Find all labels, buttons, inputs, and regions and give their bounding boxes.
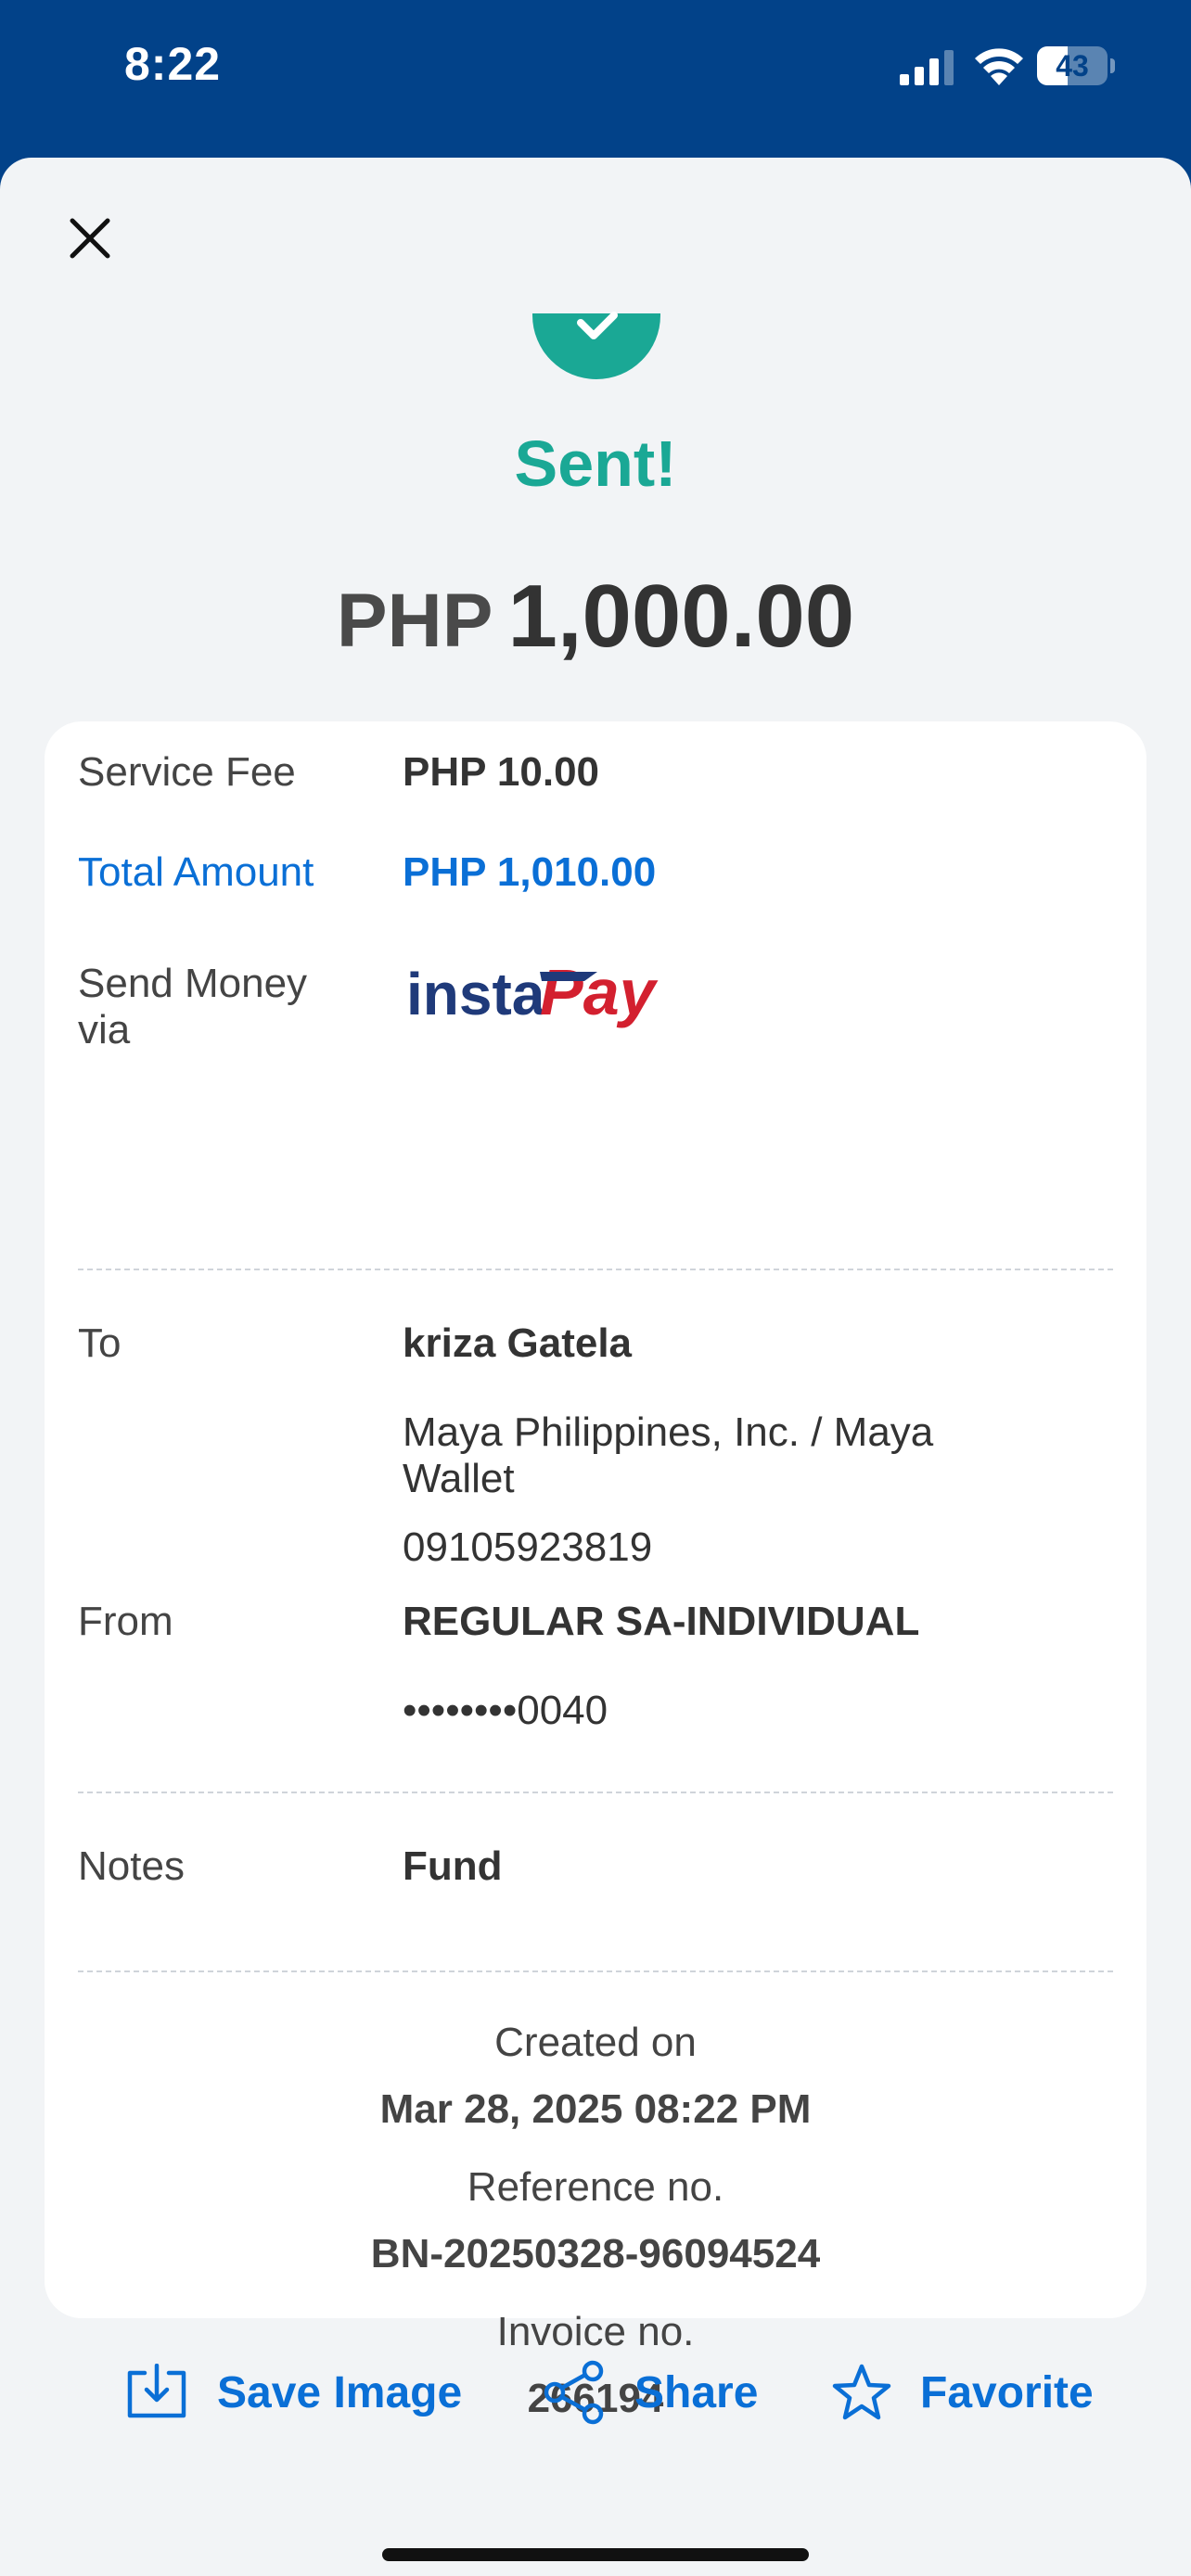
favorite-label: Favorite — [920, 2367, 1094, 2417]
total-amount-label: Total Amount — [78, 849, 314, 895]
amount-display: PHP 1,000.00 — [0, 566, 1191, 668]
to-label: To — [78, 1320, 122, 1366]
reference-label: Reference no. — [467, 2164, 724, 2210]
receipt-sheet: Sent! PHP 1,000.00 Service Fee PHP 10.00 … — [0, 158, 1191, 2576]
status-time: 8:22 — [124, 38, 222, 90]
transaction-details-card: Service Fee PHP 10.00 Total Amount PHP 1… — [45, 721, 1146, 2421]
favorite-button[interactable]: Favorite — [831, 2346, 1094, 2439]
created-value: Mar 28, 2025 08:22 PM — [379, 2086, 812, 2132]
notes-value: Fund — [403, 1843, 503, 1889]
total-amount-value: PHP 1,010.00 — [403, 849, 657, 895]
amount-currency: PHP — [336, 579, 493, 663]
recipient-name: kriza Gatela — [403, 1320, 633, 1366]
battery-cap — [1110, 58, 1115, 73]
share-icon — [544, 2360, 604, 2425]
close-button[interactable] — [58, 206, 122, 271]
send-via-label: Send Money via — [78, 961, 308, 1052]
share-button[interactable]: Share — [542, 2346, 758, 2439]
battery-body: 43 — [1037, 46, 1108, 85]
section-divider — [78, 1792, 1113, 1793]
from-account-type: REGULAR SA-INDIVIDUAL — [403, 1599, 920, 1644]
instapay-logo-prefix: insta — [406, 961, 545, 1027]
wifi-icon — [975, 48, 1023, 85]
checkmark-circle-icon — [532, 312, 660, 379]
close-icon — [70, 218, 110, 259]
service-fee-value: PHP 10.00 — [403, 749, 600, 795]
recipient-account: 09105923819 — [403, 1524, 653, 1570]
from-label: From — [78, 1599, 173, 1644]
save-image-label: Save Image — [217, 2367, 463, 2417]
instapay-logo-suffix: Pay — [540, 956, 659, 1028]
cellular-signal-icon — [900, 50, 954, 85]
battery-level: 43 — [1056, 49, 1089, 83]
notes-label: Notes — [78, 1843, 185, 1889]
status-bar: 8:22 43 — [0, 0, 1191, 158]
battery-indicator: 43 — [1037, 46, 1115, 85]
created-label: Created on — [494, 2020, 697, 2065]
section-divider — [78, 1269, 1113, 1270]
from-account-masked: ••••••••0040 — [403, 1688, 608, 1733]
share-label: Share — [634, 2367, 759, 2417]
download-icon — [127, 2364, 186, 2418]
sent-title: Sent! — [514, 427, 677, 500]
action-bar: Save Image Share Favorite — [0, 2346, 1191, 2457]
section-divider — [78, 1970, 1113, 1972]
service-fee-label: Service Fee — [78, 749, 296, 795]
home-indicator[interactable] — [382, 2548, 809, 2561]
success-badge — [532, 158, 660, 380]
star-icon — [832, 2364, 891, 2420]
reference-value[interactable]: BN-20250328-96094524 — [45, 2231, 1146, 2277]
save-image-button[interactable]: Save Image — [124, 2346, 462, 2439]
instapay-logo: insta Pay — [406, 956, 659, 1028]
amount-value: 1,000.00 — [507, 567, 855, 666]
recipient-bank: Maya Philippines, Inc. / Maya Wallet — [403, 1409, 934, 1501]
